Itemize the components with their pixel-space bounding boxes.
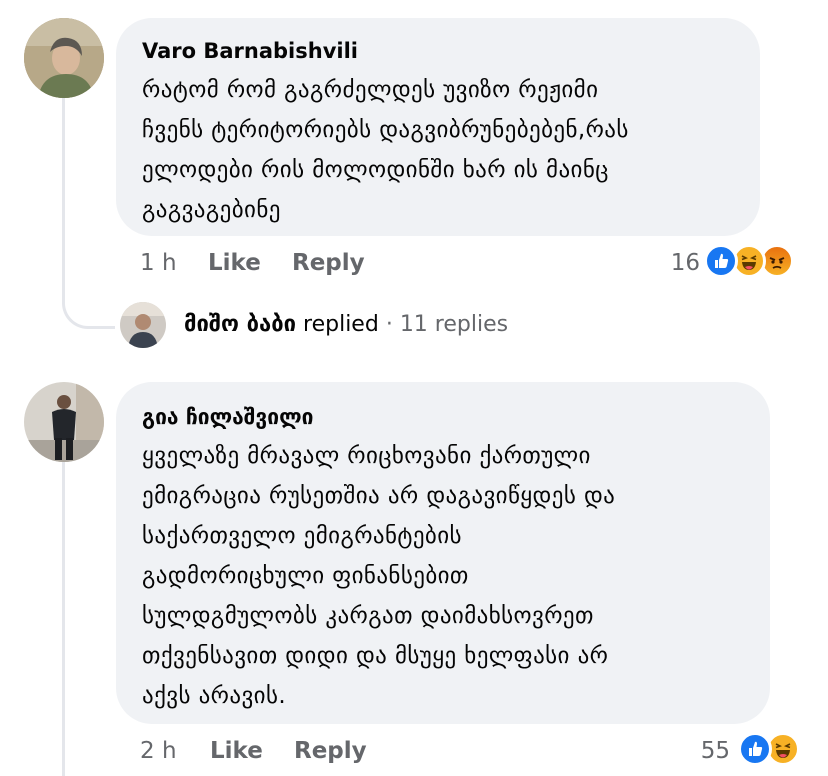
comment-bubble: გია ჩილაშვილი ყველაზე მრავალ რიცხოვანი ქ… bbox=[116, 382, 770, 724]
like-icon bbox=[738, 732, 772, 766]
reply-author-name: მიშო ბაბი bbox=[184, 312, 297, 337]
avatar-photo bbox=[24, 18, 104, 98]
replies-summary: მიშო ბაბი replied · 11 replies bbox=[184, 312, 508, 337]
reaction-count[interactable]: 16 bbox=[640, 250, 700, 276]
comment-line: ყველაზე მრავალ რიცხოვანი ქართული bbox=[142, 443, 591, 469]
like-icon bbox=[704, 244, 738, 278]
reply-avatar bbox=[120, 302, 166, 348]
reactions[interactable] bbox=[704, 244, 814, 280]
replies-count: 11 replies bbox=[399, 312, 509, 337]
separator-dot: · bbox=[385, 312, 393, 337]
thread-line bbox=[62, 462, 65, 776]
comment-line: სულდგმულობს კარგათ დაიმახსოვრეთ bbox=[142, 603, 594, 629]
comment-timestamp[interactable]: 1 h bbox=[140, 250, 177, 276]
reactions[interactable] bbox=[738, 732, 808, 768]
comment-line: ემიგრაცია რუსეთშია არ დაგავიწყდეს და bbox=[142, 483, 616, 509]
avatar-photo bbox=[24, 382, 104, 462]
comment-bubble: Varo Barnabishvili რატომ რომ გაგრძელდეს … bbox=[116, 18, 760, 236]
reaction-count[interactable]: 55 bbox=[670, 738, 730, 764]
like-button[interactable]: Like bbox=[208, 250, 261, 276]
comment-line: ელოდები რის მოლოდინში ხარ ის მაინც bbox=[142, 157, 609, 183]
reply-button[interactable]: Reply bbox=[294, 738, 367, 764]
reply-button[interactable]: Reply bbox=[292, 250, 365, 276]
comment-text: რატომ რომ გაგრძელდეს უვიზო რეჟიმი ჩვენს … bbox=[142, 70, 629, 230]
thread-curve bbox=[62, 268, 115, 329]
comment-author[interactable]: გია ჩილაშვილი bbox=[142, 404, 313, 430]
avatar[interactable] bbox=[24, 382, 104, 462]
comment-line: ჩვენს ტერიტორიებს დაგვიბრუნებებენ,რას bbox=[142, 117, 629, 143]
comment-line: საქართველო ემიგრანტების bbox=[142, 523, 462, 549]
comment-line: გადმორიცხული ფინანსებით bbox=[142, 563, 469, 589]
view-replies-link[interactable]: მიშო ბაბი replied · 11 replies bbox=[120, 300, 560, 350]
like-button[interactable]: Like bbox=[210, 738, 263, 764]
reply-action: replied bbox=[303, 312, 379, 337]
comment-author[interactable]: Varo Barnabishvili bbox=[142, 38, 358, 64]
comment-line: რატომ რომ გაგრძელდეს უვიზო რეჟიმი bbox=[142, 77, 599, 103]
avatar[interactable] bbox=[24, 18, 104, 98]
comment-line: აქვს არავის. bbox=[142, 683, 287, 709]
comment-line: თქვენსავით დიდი და მსუყე ხელფასი არ bbox=[142, 643, 609, 669]
comment-timestamp[interactable]: 2 h bbox=[140, 738, 177, 764]
comment-text: ყველაზე მრავალ რიცხოვანი ქართული ემიგრაც… bbox=[142, 436, 615, 716]
comment-line: გაგვაგებინე bbox=[142, 197, 281, 223]
